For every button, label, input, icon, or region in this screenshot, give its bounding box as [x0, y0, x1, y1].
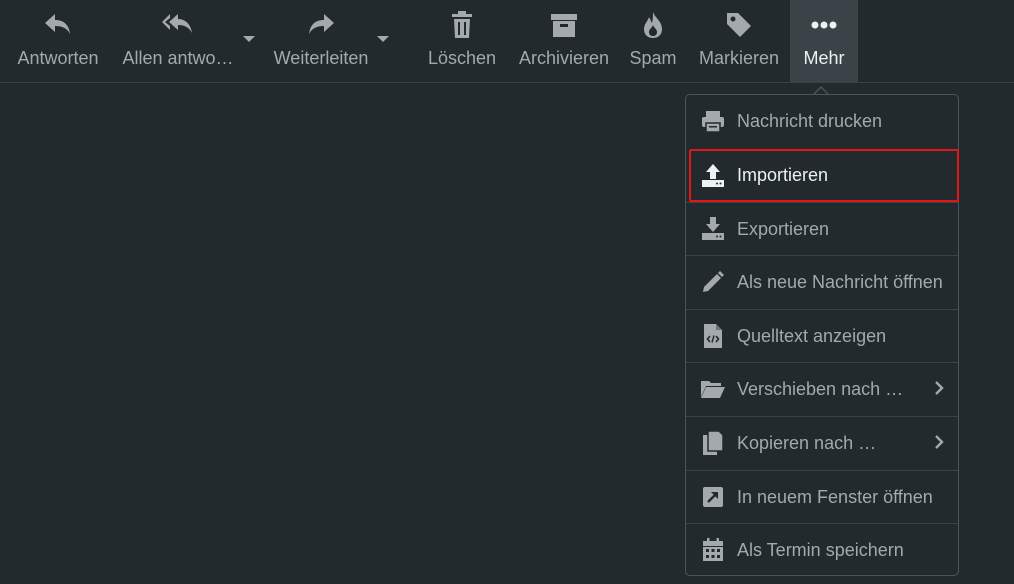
- message-toolbar: Antworten Allen antwo… Weiterleiten Lösc…: [0, 0, 1014, 83]
- reply-label: Antworten: [17, 48, 99, 68]
- menu-item-move-to[interactable]: Verschieben nach …: [686, 362, 958, 415]
- chevron-right-icon: [934, 434, 944, 455]
- reply-all-icon: [161, 10, 195, 40]
- more-label: Mehr: [803, 48, 845, 68]
- delete-label: Löschen: [427, 48, 497, 68]
- fire-icon: [641, 10, 665, 40]
- printer-icon: [700, 109, 726, 135]
- menu-item-save-as-appointment-label: Als Termin speichern: [737, 539, 904, 560]
- reply-all-label: Allen antwo…: [122, 48, 234, 68]
- archive-label: Archivieren: [518, 48, 610, 68]
- menu-item-view-source[interactable]: Quelltext anzeigen: [686, 309, 958, 362]
- menu-item-export[interactable]: Exportieren: [686, 202, 958, 255]
- menu-item-export-label: Exportieren: [737, 218, 830, 239]
- menu-item-open-new-window-label: In neuem Fenster öffnen: [737, 486, 933, 507]
- upload-icon: [700, 163, 726, 189]
- more-button[interactable]: Mehr: [790, 0, 858, 82]
- delete-button[interactable]: Löschen: [420, 0, 504, 82]
- menu-item-move-to-label: Verschieben nach …: [737, 378, 904, 399]
- menu-item-open-as-new-message-label: Als neue Nachricht öffnen: [737, 271, 943, 292]
- reply-all-dropdown-caret[interactable]: [243, 36, 255, 42]
- forward-label: Weiterleiten: [273, 48, 369, 68]
- reply-button[interactable]: Antworten: [8, 0, 108, 82]
- forward-button[interactable]: Weiterleiten: [266, 0, 376, 82]
- folder-open-icon: [700, 376, 726, 402]
- external-window-icon: [700, 484, 726, 510]
- menu-item-import-label: Importieren: [737, 165, 829, 185]
- trash-icon: [450, 10, 474, 40]
- menu-item-open-new-window[interactable]: In neuem Fenster öffnen: [686, 470, 958, 523]
- download-icon: [700, 216, 726, 242]
- more-dropdown-menu: Nachricht drucken Importieren Exportiere…: [685, 94, 959, 576]
- pencil-icon: [700, 269, 726, 295]
- calendar-icon: [700, 537, 726, 563]
- spam-label: Spam: [629, 48, 677, 68]
- archive-box-icon: [550, 10, 578, 40]
- tag-icon: [725, 10, 753, 40]
- reply-all-button[interactable]: Allen antwo…: [116, 0, 240, 82]
- chevron-right-icon: [934, 380, 944, 401]
- menu-item-save-as-appointment[interactable]: Als Termin speichern: [686, 523, 958, 576]
- menu-item-copy-to[interactable]: Kopieren nach …: [686, 416, 958, 469]
- archive-button[interactable]: Archivieren: [512, 0, 616, 82]
- menu-item-print[interactable]: Nachricht drucken: [686, 95, 958, 148]
- menu-item-open-as-new-message[interactable]: Als neue Nachricht öffnen: [686, 255, 958, 308]
- code-file-icon: [700, 323, 726, 349]
- menu-item-print-label: Nachricht drucken: [737, 111, 883, 131]
- menu-item-copy-to-label: Kopieren nach …: [737, 432, 877, 453]
- forward-dropdown-caret[interactable]: [377, 36, 389, 42]
- reply-icon: [43, 10, 73, 40]
- mark-button[interactable]: Markieren: [692, 0, 786, 82]
- spam-button[interactable]: Spam: [622, 0, 684, 82]
- copy-icon: [700, 430, 726, 456]
- menu-item-import[interactable]: Importieren: [689, 149, 959, 202]
- forward-icon: [306, 10, 336, 40]
- ellipsis-icon: [810, 10, 838, 40]
- menu-item-view-source-label: Quelltext anzeigen: [737, 325, 887, 346]
- mark-label: Markieren: [698, 48, 780, 68]
